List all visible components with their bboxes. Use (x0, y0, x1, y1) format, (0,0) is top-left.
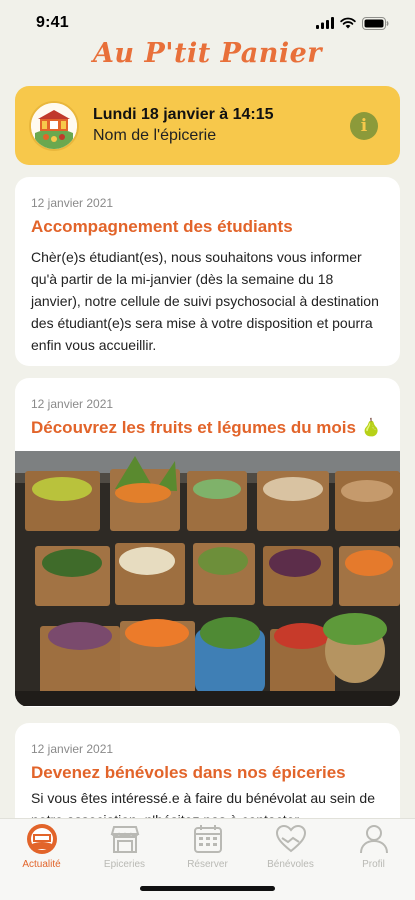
news-title: Devenez bénévoles dans nos épiceries (31, 763, 346, 782)
booking-card[interactable]: Lundi 18 janvier à 14:15 Nom de l'épicer… (15, 86, 400, 165)
news-date: 12 janvier 2021 (31, 742, 114, 756)
info-button[interactable]: i (350, 111, 378, 140)
app-title: Au P'tit Panier (92, 38, 322, 69)
tab-reserver[interactable]: Réserver (166, 823, 249, 875)
news-title: Découvrez les fruits et légumes du mois … (31, 418, 382, 437)
info-icon: i (360, 115, 368, 136)
tab-profil[interactable]: Profil (332, 823, 415, 875)
calendar-icon (191, 823, 225, 855)
profile-icon (357, 823, 391, 855)
status-icons (316, 16, 389, 30)
booking-date: Lundi 18 janvier à 14:15 (93, 106, 274, 123)
battery-icon (362, 16, 389, 30)
home-indicator[interactable] (140, 886, 275, 891)
tab-label: Actualité (22, 859, 61, 870)
news-date: 12 janvier 2021 (31, 397, 114, 411)
store-logo (29, 100, 79, 151)
signal-icon (316, 17, 334, 29)
wifi-icon (340, 17, 356, 29)
store-icon (108, 823, 142, 855)
tab-label: Profil (362, 859, 385, 870)
news-body: Chèr(e)s étudiant(es), nous souhaitons v… (31, 249, 379, 353)
tab-label: Epiceries (103, 859, 146, 870)
tab-epiceries[interactable]: Epiceries (83, 823, 166, 875)
news-card[interactable]: 12 janvier 2021 Accompagnement des étudi… (15, 177, 400, 366)
news-icon (25, 823, 59, 855)
tab-actualite[interactable]: Actualité (0, 823, 83, 875)
tab-label: Bénévoles (267, 859, 314, 870)
tab-label: Réserver (187, 859, 228, 870)
tab-benevoles[interactable]: Bénévoles (249, 823, 332, 875)
booking-text: Lundi 18 janvier à 14:15 Nom de l'épicer… (93, 106, 350, 145)
tab-bar: Actualité Epiceries Réserver Bénévoles P… (0, 818, 415, 900)
news-date: 12 janvier 2021 (31, 196, 114, 210)
booking-store-name: Nom de l'épicerie (93, 127, 217, 144)
produce-crates-image (15, 451, 400, 706)
news-card[interactable]: 12 janvier 2021 Découvrez les fruits et … (15, 378, 400, 707)
status-time: 9:41 (36, 14, 69, 31)
heart-hands-icon (274, 823, 308, 855)
news-title: Accompagnement des étudiants (31, 217, 293, 236)
